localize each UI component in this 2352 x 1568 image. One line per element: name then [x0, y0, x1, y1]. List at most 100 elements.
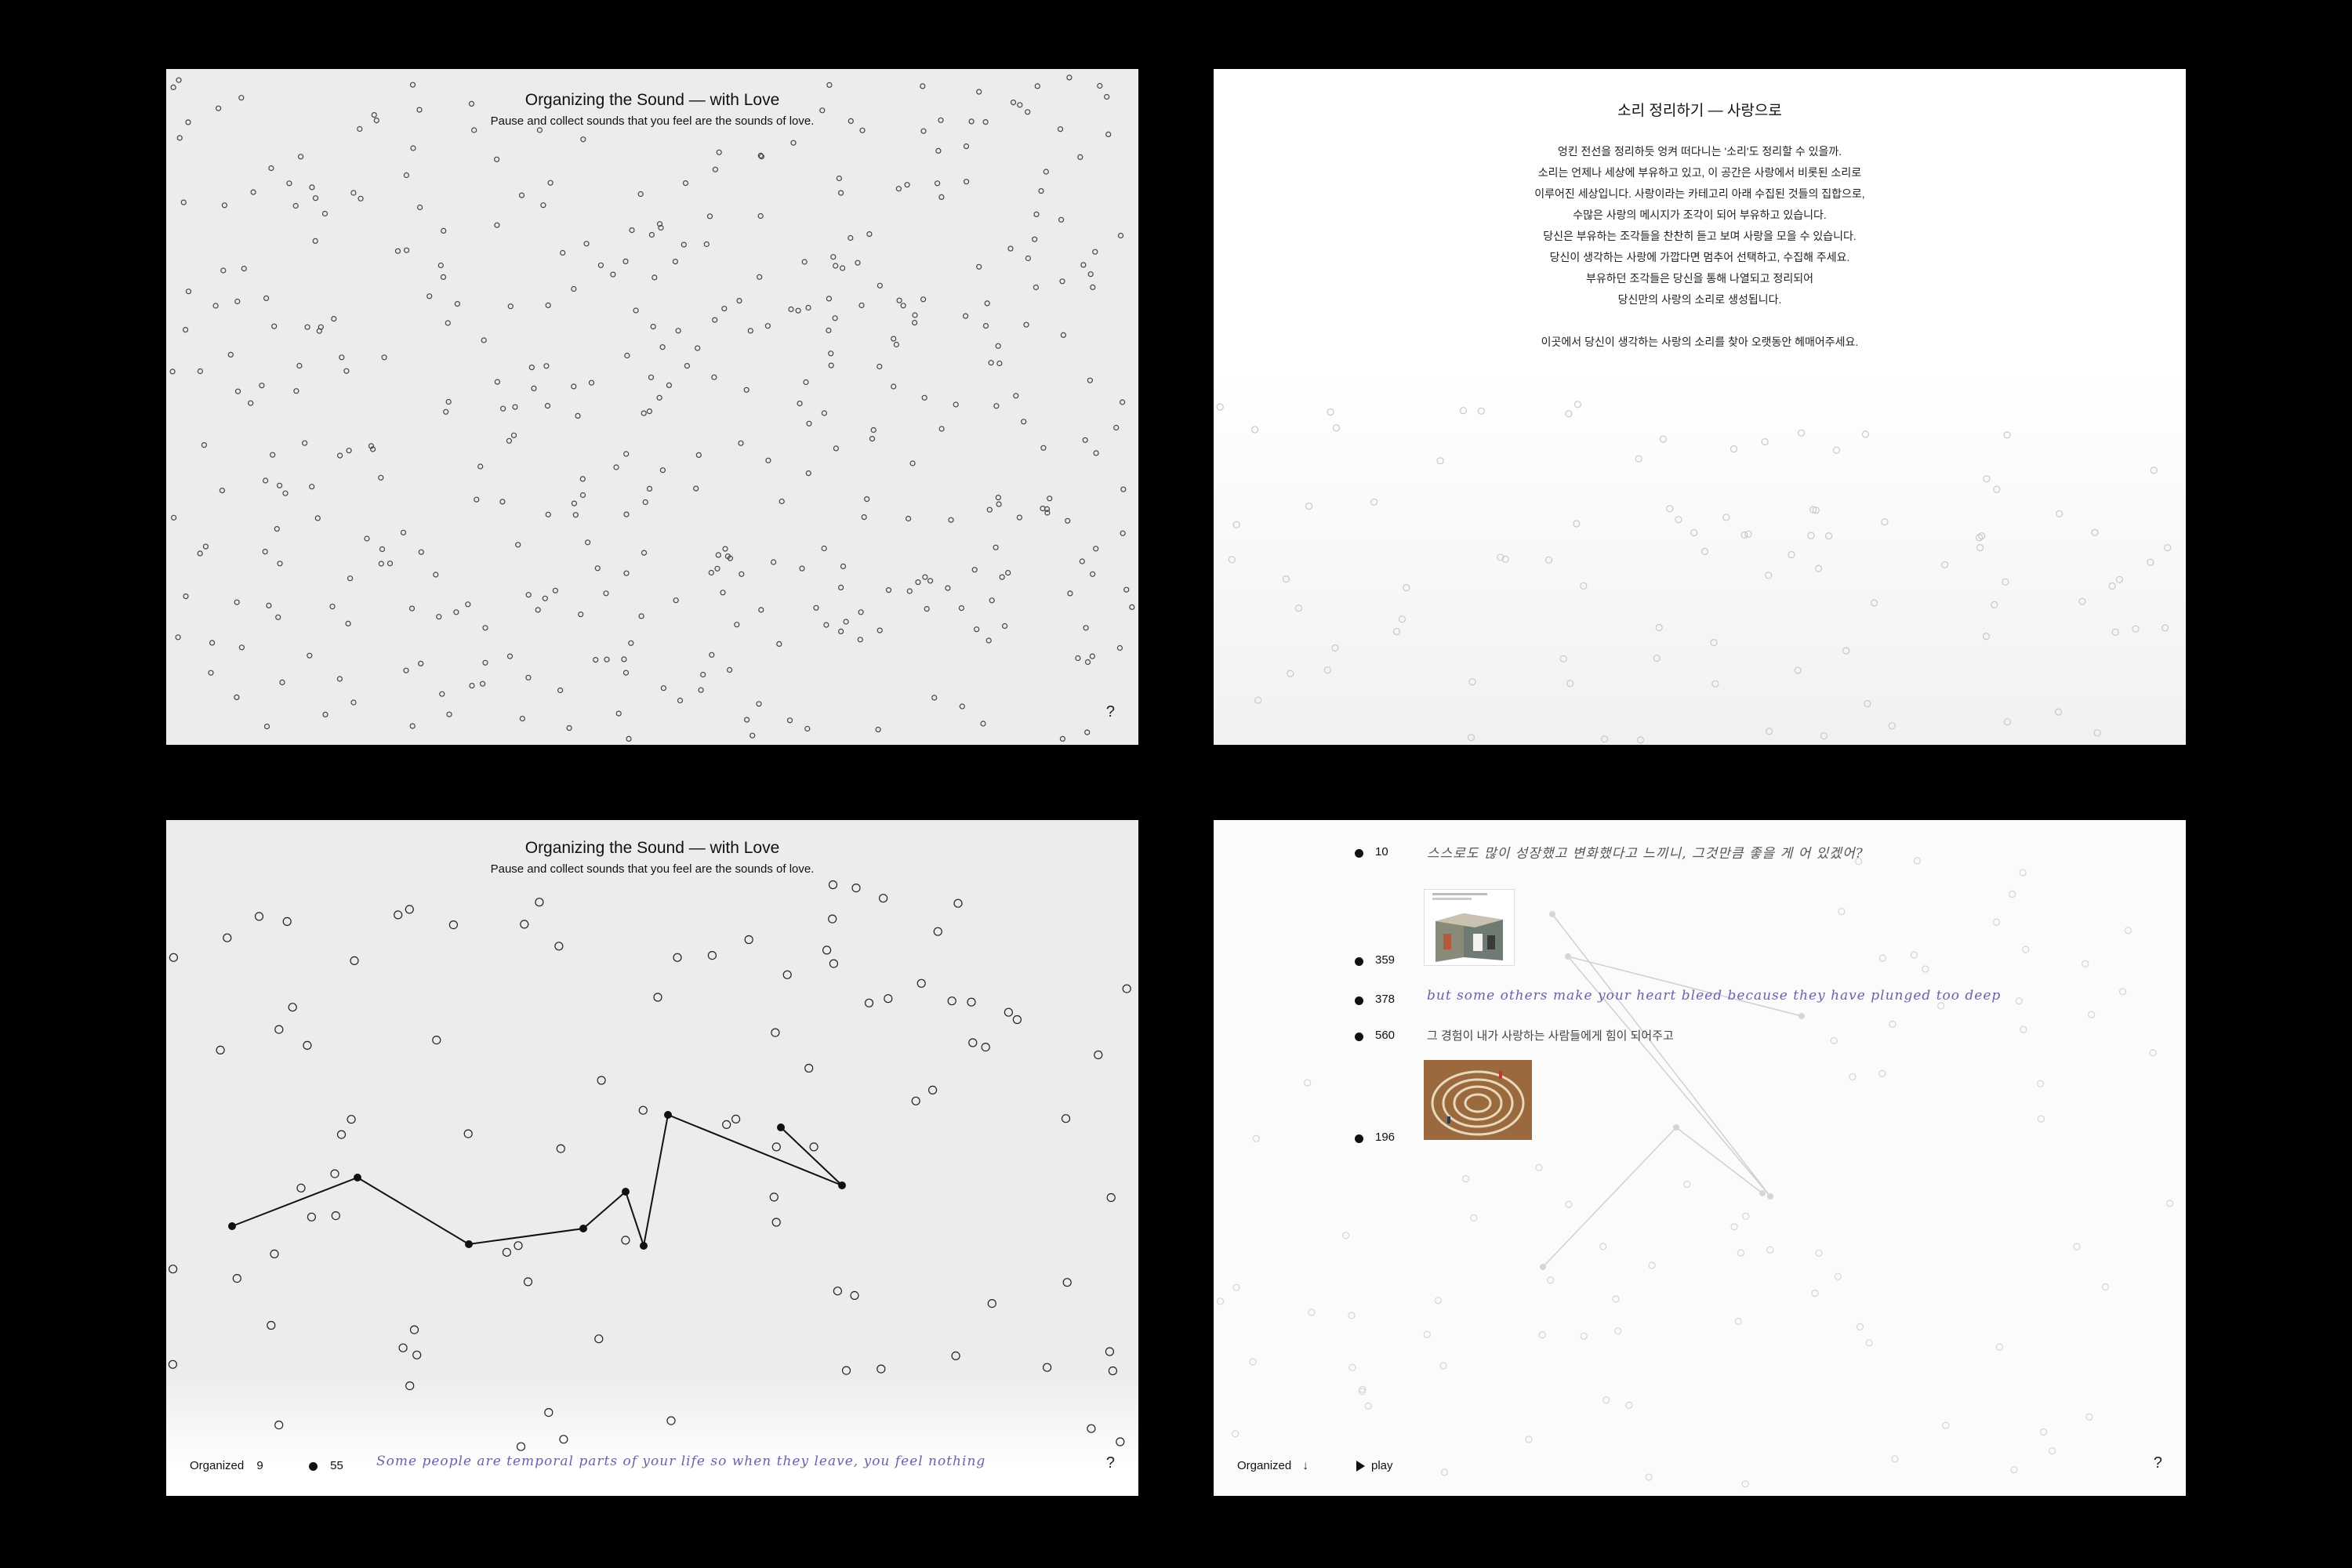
sound-particle[interactable]	[282, 490, 289, 496]
sound-particle[interactable]	[398, 1343, 408, 1352]
sound-particle[interactable]	[471, 127, 477, 133]
sound-particle[interactable]	[379, 546, 386, 553]
sound-particle[interactable]	[1937, 1002, 1945, 1010]
sound-particle[interactable]	[409, 82, 416, 88]
sound-particle[interactable]	[857, 637, 863, 643]
sound-particle[interactable]	[641, 410, 647, 416]
sound-particle[interactable]	[830, 254, 837, 260]
sound-particle[interactable]	[1021, 419, 1027, 425]
sound-particle[interactable]	[624, 352, 630, 359]
sound-particle[interactable]	[405, 1381, 415, 1391]
sound-particle[interactable]	[1119, 399, 1126, 405]
sound-particle[interactable]	[1016, 514, 1023, 521]
sound-particle[interactable]	[672, 259, 679, 265]
help-button[interactable]: ?	[2154, 1454, 2162, 1472]
sound-particle[interactable]	[1881, 517, 1889, 526]
sound-particle[interactable]	[828, 880, 838, 890]
sound-particle[interactable]	[298, 154, 304, 160]
sound-particle[interactable]	[984, 300, 990, 307]
sound-particle[interactable]	[1105, 1347, 1115, 1356]
sound-particle[interactable]	[823, 622, 829, 628]
sound-particle[interactable]	[535, 607, 541, 613]
sound-particle[interactable]	[1327, 408, 1334, 416]
sound-particle[interactable]	[715, 552, 721, 558]
sound-particle[interactable]	[560, 249, 566, 256]
sound-particle[interactable]	[268, 165, 274, 172]
sound-particle[interactable]	[877, 282, 884, 289]
sound-particle[interactable]	[201, 442, 208, 448]
sound-particle[interactable]	[912, 312, 918, 318]
sound-particle[interactable]	[968, 1038, 978, 1047]
sound-particle[interactable]	[891, 336, 897, 342]
sound-particle[interactable]	[248, 400, 254, 406]
sound-particle[interactable]	[806, 420, 812, 426]
sound-particle[interactable]	[967, 997, 976, 1007]
sound-particle[interactable]	[858, 609, 864, 615]
sound-particle[interactable]	[418, 660, 424, 667]
sound-particle[interactable]	[666, 382, 673, 388]
sound-particle[interactable]	[695, 345, 701, 351]
sound-particle[interactable]	[858, 302, 865, 309]
sound-particle[interactable]	[646, 408, 653, 415]
sound-particle[interactable]	[1547, 1276, 1555, 1284]
sound-particle[interactable]	[234, 694, 240, 701]
sound-particle[interactable]	[850, 1290, 859, 1301]
sound-particle[interactable]	[296, 362, 303, 369]
sound-particle[interactable]	[1282, 575, 1290, 583]
sound-particle[interactable]	[750, 732, 756, 739]
sound-particle[interactable]	[877, 363, 883, 370]
sound-particle[interactable]	[594, 565, 601, 572]
sound-particle[interactable]	[1287, 670, 1294, 677]
sound-particle[interactable]	[681, 241, 687, 248]
sound-particle[interactable]	[758, 607, 764, 613]
sound-particle[interactable]	[279, 679, 285, 686]
sound-particle[interactable]	[2078, 597, 2086, 605]
sound-particle[interactable]	[833, 1287, 843, 1296]
sound-particle[interactable]	[822, 946, 832, 955]
sound-particle[interactable]	[1084, 659, 1091, 666]
sound-particle[interactable]	[266, 602, 272, 609]
sound-particle[interactable]	[277, 561, 283, 567]
sound-particle[interactable]	[579, 492, 586, 499]
sound-particle[interactable]	[716, 149, 722, 155]
sound-particle[interactable]	[2161, 624, 2169, 632]
sound-particle[interactable]	[962, 313, 969, 319]
sound-particle[interactable]	[259, 383, 265, 389]
sound-particle[interactable]	[1864, 699, 1871, 708]
entry-image[interactable]	[1424, 1060, 1532, 1140]
sound-particle[interactable]	[1423, 1330, 1431, 1338]
sound-particle[interactable]	[712, 166, 719, 172]
sound-particle[interactable]	[797, 401, 803, 407]
sound-particle[interactable]	[757, 274, 763, 280]
sound-particle[interactable]	[1308, 1308, 1316, 1316]
sound-particle[interactable]	[216, 1045, 225, 1054]
sound-particle[interactable]	[1730, 445, 1738, 453]
sound-particle[interactable]	[641, 550, 648, 556]
sound-particle[interactable]	[1832, 446, 1841, 454]
sound-particle[interactable]	[633, 307, 639, 314]
sound-particle[interactable]	[2040, 1428, 2048, 1436]
sound-particle[interactable]	[1392, 627, 1400, 636]
sound-particle[interactable]	[920, 296, 927, 303]
sound-particle[interactable]	[828, 350, 834, 357]
sound-particle[interactable]	[826, 82, 833, 88]
sound-particle[interactable]	[293, 388, 299, 394]
sound-particle[interactable]	[1742, 1212, 1750, 1220]
sound-particle[interactable]	[347, 1115, 356, 1124]
sound-particle[interactable]	[1761, 437, 1769, 446]
sound-particle[interactable]	[1342, 1232, 1350, 1240]
sound-particle[interactable]	[168, 1359, 177, 1369]
sound-particle[interactable]	[884, 994, 893, 1004]
sound-particle[interactable]	[446, 711, 452, 717]
sound-particle[interactable]	[1976, 543, 1984, 552]
sound-particle[interactable]	[743, 717, 750, 723]
sound-particle[interactable]	[263, 295, 270, 301]
sound-particle[interactable]	[494, 379, 500, 385]
sound-particle[interactable]	[507, 303, 514, 310]
sound-particle[interactable]	[1216, 403, 1224, 411]
sound-particle[interactable]	[583, 241, 590, 247]
sound-particle[interactable]	[861, 514, 867, 521]
sound-particle[interactable]	[2149, 1049, 2157, 1057]
organized-counter[interactable]: Organized 9	[190, 1459, 263, 1472]
sound-particle[interactable]	[1252, 1134, 1260, 1142]
